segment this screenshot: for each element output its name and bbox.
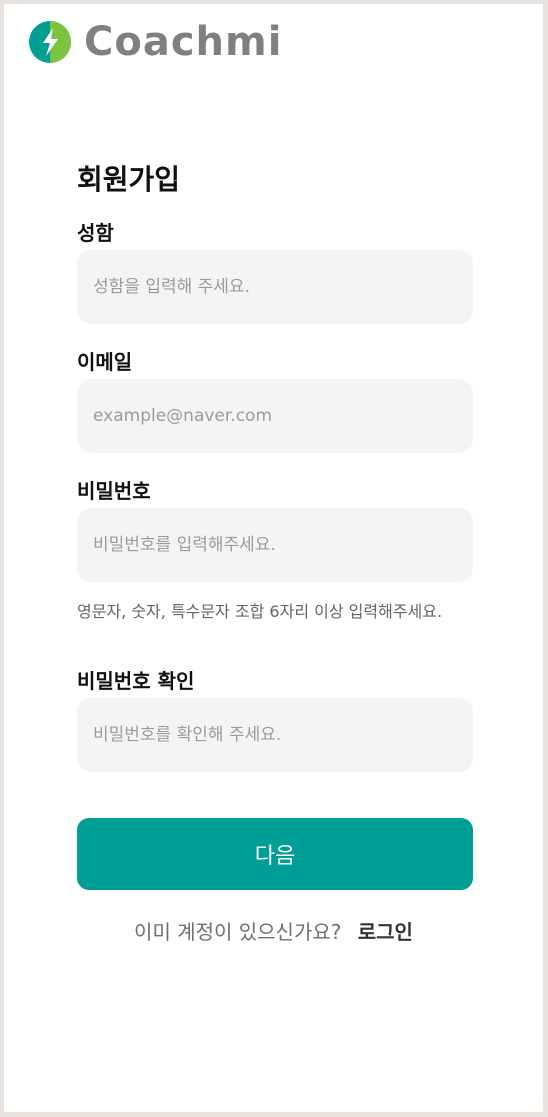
email-input[interactable] [77, 379, 473, 453]
name-label: 성함 [77, 221, 114, 245]
next-button[interactable]: 다음 [77, 818, 473, 890]
password-confirm-label: 비밀번호 확인 [77, 669, 195, 693]
password-hint: 영문자, 숫자, 특수문자 조합 6자리 이상 입력해주세요. [77, 602, 443, 621]
signup-page: Coachmi 회원가입 성함 이메일 비밀번호 영문자, 숫자, 특수문자 조… [4, 4, 543, 1112]
password-confirm-input[interactable] [77, 698, 473, 772]
email-label: 이메일 [77, 350, 133, 374]
brand-name: Coachmi [84, 19, 283, 65]
header: Coachmi [28, 20, 282, 64]
coachmi-logo-icon [29, 21, 71, 63]
password-label: 비밀번호 [77, 479, 151, 503]
page-title: 회원가입 [77, 163, 181, 196]
login-question: 이미 계정이 있으신가요? [134, 920, 342, 944]
login-link[interactable]: 로그인 [358, 920, 413, 944]
password-input[interactable] [77, 508, 473, 582]
login-prompt: 이미 계정이 있으신가요? 로그인 [4, 916, 543, 945]
name-input[interactable] [77, 250, 473, 324]
